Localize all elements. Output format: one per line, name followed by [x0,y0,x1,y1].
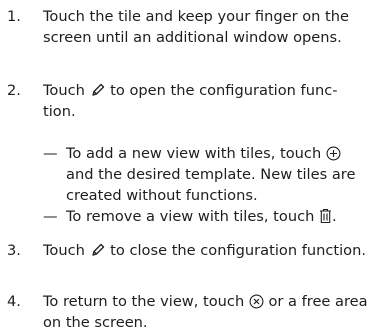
step-number: 3. [7,242,21,259]
instruction-document: 1. Touch the tile and keep your finger o… [0,0,373,335]
step-text-part: to open the configuration func-tion. [43,82,338,120]
add-circle-icon [326,146,341,161]
step-text-part: Touch [43,242,85,259]
sub-item-text: To remove a view with tiles, touch . [66,206,371,227]
dash-bullet: — [43,208,58,225]
dash-bullet: — [43,145,58,162]
sub-item-text: To add a new view with tiles, touch and … [66,143,371,206]
step-text-part: to close the configuration function. [110,242,366,259]
close-circle-icon [249,294,264,309]
step-text: Touch to open the configuration func-tio… [43,80,369,122]
step-number: 2. [7,82,21,99]
step-text-part: Touch [43,82,85,99]
step-text-part: To return to the view, touch [43,293,245,310]
sub-item-text-part: To add a new view with tiles, touch [66,145,322,162]
sub-item-text-part: . [332,208,337,225]
step-text: Touch the tile and keep your finger on t… [43,6,369,48]
sub-item-text-part: and the desired template. New tiles are … [66,166,356,204]
pencil-icon [90,242,106,258]
trash-icon [319,208,332,224]
pencil-icon [90,82,106,98]
step-text: To return to the view, touch or a free a… [43,291,369,333]
step-text-part: Touch the tile and keep your finger on t… [43,8,349,46]
step-text: Touch to close the configuration functio… [43,240,369,261]
sub-item-text-part: To remove a view with tiles, touch [66,208,315,225]
step-number: 1. [7,8,21,25]
step-number: 4. [7,293,21,310]
